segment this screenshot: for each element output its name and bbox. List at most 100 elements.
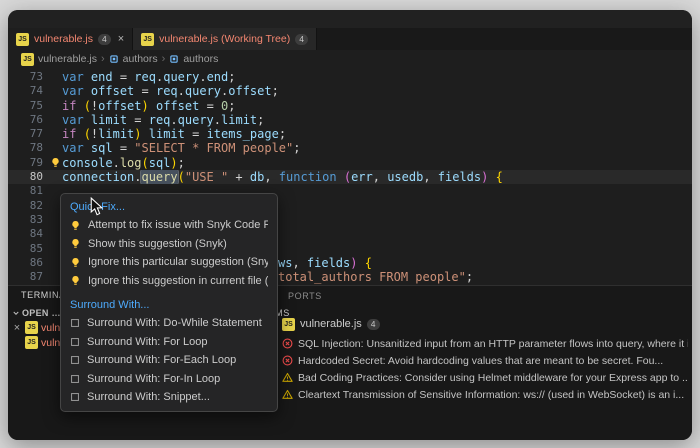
error-icon [282, 355, 293, 366]
surround-snippet-icon [70, 374, 80, 384]
menu-item[interactable]: Surround With: For Loop [61, 333, 277, 352]
menu-item[interactable]: Surround With: For-Each Loop [61, 351, 277, 370]
menu-item[interactable]: Surround With: Snippet... [61, 388, 277, 407]
code-token: ; [178, 156, 185, 170]
line-number: 86 [8, 256, 48, 270]
lightbulb-icon [50, 157, 61, 168]
code-line[interactable]: 77 if (!limit) limit = items_page; [8, 127, 692, 141]
code-token [142, 127, 149, 141]
code-token: . [170, 113, 177, 127]
code-token: req [156, 84, 178, 98]
problems-count-badge: 4 [367, 319, 380, 330]
glyph-margin [48, 70, 62, 84]
error-icon [282, 338, 293, 349]
code-token: ; [279, 127, 286, 141]
menu-item[interactable]: Surround With: Do-While Statement [61, 314, 277, 333]
js-file-icon: JS [282, 318, 295, 331]
line-number: 85 [8, 242, 48, 256]
code-token: total_authors FROM people" [278, 270, 466, 284]
breadcrumb-separator-icon: › [101, 53, 105, 65]
tab-label: vulnerable.js (Working Tree) [159, 33, 290, 45]
menu-item-label: Surround With: For-Each Loop [87, 354, 236, 366]
code-token: usedb [387, 170, 423, 184]
problem-message: Cleartext Transmission of Sensitive Info… [298, 389, 684, 401]
code-line[interactable]: 78var sql = "SELECT * FROM people"; [8, 141, 692, 155]
code-token: end [91, 70, 113, 84]
menu-item[interactable]: Attempt to fix issue with Snyk Code Fix [61, 216, 277, 235]
code-line[interactable]: 74var offset = req.query.offset; [8, 84, 692, 98]
code-line[interactable]: 79 console.log(sql); [8, 156, 692, 170]
code-token: + [228, 170, 250, 184]
problem-row[interactable]: Cleartext Transmission of Sensitive Info… [282, 386, 688, 403]
breadcrumb-file[interactable]: vulnerable.js [38, 53, 97, 65]
code-token: . [199, 70, 206, 84]
problem-message: Hardcoded Secret: Avoid hardcoding value… [298, 355, 663, 367]
menu-item[interactable]: Ignore this particular suggestion (Snyk) [61, 253, 277, 272]
lightbulb-icon [70, 238, 81, 249]
code-token: ( [84, 127, 91, 141]
close-icon[interactable]: × [12, 322, 22, 334]
code-token: query [141, 170, 177, 184]
menu-item[interactable]: Surround With: For-In Loop [61, 370, 277, 389]
code-text: console.log(sql); [62, 156, 692, 170]
line-number: 76 [8, 113, 48, 127]
code-token: ) [134, 127, 141, 141]
glyph-margin [48, 113, 62, 127]
menu-item-label: Surround With: Snippet... [87, 391, 210, 403]
problem-message: SQL Injection: Unsanitized input from an… [298, 338, 688, 350]
code-token [149, 99, 156, 113]
code-token [337, 170, 344, 184]
code-token: fields [438, 170, 481, 184]
code-token: db [250, 170, 264, 184]
problems-view: JS vulnerable.js 4 SQL Injection: Unsani… [282, 316, 688, 403]
menu-item[interactable]: Show this suggestion (Snyk) [61, 235, 277, 254]
glyph-margin [48, 170, 62, 184]
editor-tab[interactable]: JS vulnerable.js (Working Tree) 4 [133, 28, 317, 50]
code-token: limit [221, 113, 257, 127]
code-token: limit [98, 127, 134, 141]
code-token [84, 70, 91, 84]
js-file-icon: JS [16, 33, 29, 46]
code-token: sql [91, 141, 113, 155]
editor-tab[interactable]: JSvulnerable.js4× [8, 28, 133, 50]
panel-tab-ports[interactable]: PORTS [288, 291, 322, 301]
problem-row[interactable]: Bad Coding Practices: Consider using Hel… [282, 369, 688, 386]
line-number: 77 [8, 127, 48, 141]
code-text: var limit = req.query.limit; [62, 113, 692, 127]
code-token: err [351, 170, 373, 184]
breadcrumb-symbol[interactable]: authors [183, 53, 218, 65]
code-line[interactable]: 80connection.query("USE " + db, function… [8, 170, 692, 184]
breadcrumb-symbol[interactable]: authors [123, 53, 158, 65]
code-text: var sql = "SELECT * FROM people"; [62, 141, 692, 155]
tab-problems-badge: 4 [295, 34, 308, 45]
code-token: req [149, 113, 171, 127]
code-token: . [214, 113, 221, 127]
problems-file-name: vulnerable.js [300, 318, 362, 330]
code-token: if [62, 127, 76, 141]
code-token: ) [170, 156, 177, 170]
vscode-window: JS vulnerable.js 4 × JS vulnerable.js (Workin… [8, 10, 692, 440]
code-token: sql [149, 156, 171, 170]
problem-row[interactable]: Hardcoded Secret: Avoid hardcoding value… [282, 352, 688, 369]
line-number: 79 [8, 156, 48, 170]
code-token: ; [293, 141, 300, 155]
tab-close-icon[interactable]: × [118, 33, 124, 45]
code-token: ) [142, 99, 149, 113]
code-line[interactable]: 75if (!offset) offset = 0; [8, 99, 692, 113]
code-line[interactable]: 76 var limit = req.query.limit; [8, 113, 692, 127]
code-token: ws [278, 256, 292, 270]
code-token [84, 84, 91, 98]
line-number: 74 [8, 84, 48, 98]
tab-label: vulnerable.js [34, 33, 93, 45]
menu-item[interactable]: Ignore this suggestion in current file (… [61, 272, 277, 291]
code-text: if (!limit) limit = items_page; [62, 127, 692, 141]
code-token: var [62, 70, 84, 84]
menu-group-header: Surround With... [61, 296, 277, 314]
lightbulb-icon [70, 257, 81, 268]
js-file-icon: JS [141, 33, 154, 46]
problems-file-row[interactable]: JS vulnerable.js 4 [282, 316, 688, 332]
code-token: var [62, 84, 84, 98]
code-line[interactable]: 73var end = req.query.end; [8, 70, 692, 84]
glyph-margin [48, 99, 62, 113]
problem-row[interactable]: SQL Injection: Unsanitized input from an… [282, 335, 688, 352]
